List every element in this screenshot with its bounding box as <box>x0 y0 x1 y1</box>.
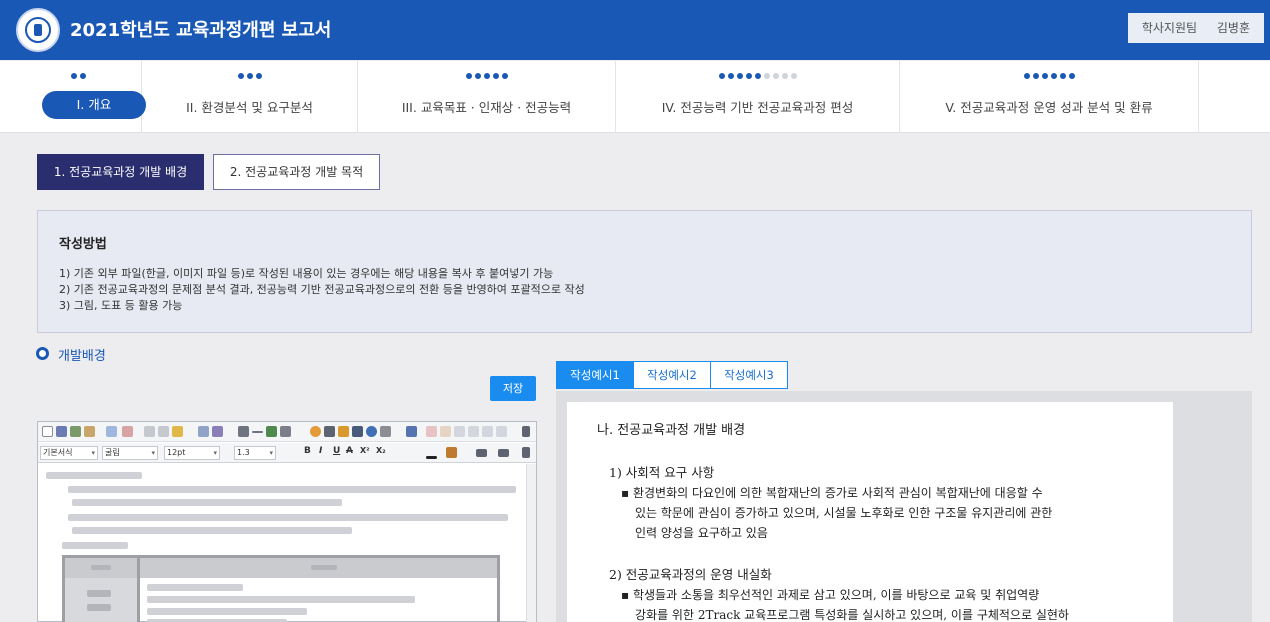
guide-line-1: 1) 기존 외부 파일(한글, 이미지 파일 등)로 작성된 내용이 있는 경우… <box>59 267 554 280</box>
step-3[interactable]: III. 교육목표 · 인재상 · 전공능력 <box>358 61 616 133</box>
table-merge-icon[interactable] <box>426 426 437 437</box>
horizontal-rule-icon[interactable] <box>252 431 263 433</box>
doc-item-1-title: 1) 사회적 요구 사항 <box>609 465 715 480</box>
editor-toolbar-row-1 <box>38 422 536 442</box>
table-row-icon[interactable] <box>454 426 465 437</box>
superscript-button[interactable]: X² <box>360 446 370 455</box>
subtab-development-background[interactable]: 1. 전공교육과정 개발 배경 <box>37 154 204 190</box>
example-document: 나. 전공교육과정 개발 배경 1) 사회적 요구 사항 ▪ 환경변화의 다요인… <box>567 402 1173 622</box>
step-5[interactable]: V. 전공교육과정 운영 성과 분석 및 환류 <box>900 61 1199 133</box>
save-button[interactable]: 저장 <box>490 376 536 401</box>
step-4-progress-dots <box>616 73 899 79</box>
doc-item-1-line-3: 인력 양성을 요구하고 있음 <box>635 526 768 540</box>
globe-icon[interactable] <box>366 426 377 437</box>
editor-scrollbar[interactable] <box>526 464 536 622</box>
guide-line-2: 2) 기존 전공교육과정의 문제점 분석 결과, 전공능력 기반 전공교육과정으… <box>59 283 585 296</box>
section-title: 개발배경 <box>58 349 106 364</box>
step-4-label: IV. 전공능력 기반 전공교육과정 편성 <box>661 100 854 115</box>
highlight-color-icon[interactable] <box>446 447 457 458</box>
table-col-icon[interactable] <box>468 426 479 437</box>
step-1-progress-dots <box>16 73 141 79</box>
editor-embedded-table <box>62 555 500 622</box>
user-name: 김병훈 <box>1216 21 1250 35</box>
step-1-label: I. 개요 <box>42 91 146 119</box>
unordered-list-icon[interactable] <box>498 449 509 457</box>
step-5-progress-dots <box>900 73 1198 79</box>
bold-button[interactable]: B <box>304 446 311 456</box>
attach-icon[interactable] <box>380 426 391 437</box>
app-title: 2021학년도 교육과정개편 보고서 <box>70 20 332 41</box>
guide-line-3: 3) 그림, 도표 등 활용 가능 <box>59 299 183 312</box>
ordered-list-icon[interactable] <box>476 449 487 457</box>
tab-example-3[interactable]: 작성예시3 <box>710 361 788 389</box>
italic-button[interactable]: I <box>319 446 322 456</box>
subtab-development-purpose[interactable]: 2. 전공교육과정 개발 목적 <box>213 154 380 190</box>
cut-icon[interactable] <box>158 426 169 437</box>
redo-icon[interactable] <box>122 426 133 437</box>
rich-text-editor[interactable]: 기본서식 굴림 12pt 1.3 B I U A X² X₂ <box>37 421 537 622</box>
strikethrough-button[interactable]: A <box>346 446 353 456</box>
media-icon[interactable] <box>352 426 363 437</box>
emoticon-icon[interactable] <box>310 426 321 437</box>
table-delete-icon[interactable] <box>482 426 493 437</box>
print-icon[interactable] <box>70 426 81 437</box>
doc-heading: 나. 전공교육과정 개발 배경 <box>597 423 746 438</box>
paragraph-style-select[interactable]: 기본서식 <box>40 446 98 460</box>
special-char-icon[interactable] <box>238 426 249 437</box>
font-color-icon[interactable] <box>426 456 437 459</box>
replace-icon[interactable] <box>212 426 223 437</box>
underline-button[interactable]: U <box>333 446 340 456</box>
line-height-select[interactable]: 1.3 <box>234 446 276 460</box>
doc-item-2-line-1: ▪ 학생들과 소통을 최우선적인 과제로 삼고 있으며, 이를 바탕으로 교육 … <box>621 588 1040 602</box>
save-disk-icon[interactable] <box>56 426 67 437</box>
new-document-icon[interactable] <box>42 426 53 437</box>
user-info[interactable]: 학사지원팀 김병훈 <box>1127 13 1264 43</box>
tab-example-2[interactable]: 작성예시2 <box>633 361 711 389</box>
undo-icon[interactable] <box>106 426 117 437</box>
step-4[interactable]: IV. 전공능력 기반 전공교육과정 편성 <box>616 61 900 133</box>
paste-icon[interactable] <box>172 426 183 437</box>
doc-item-1-line-2: 있는 학문에 관심이 증가하고 있으며, 시설물 노후화로 인한 구조물 유지관… <box>635 506 1053 520</box>
step-5-label: V. 전공교육과정 운영 성과 분석 및 환류 <box>945 100 1153 115</box>
step-nav: I. 개요 II. 환경분석 및 요구분석 III. 교육목표 · 인재상 · … <box>0 61 1270 133</box>
copy-icon[interactable] <box>144 426 155 437</box>
find-icon[interactable] <box>198 426 209 437</box>
subscript-button[interactable]: X₂ <box>376 446 386 455</box>
step-3-label: III. 교육목표 · 인재상 · 전공능력 <box>401 100 572 115</box>
toolbar-expand-icon[interactable] <box>522 426 530 437</box>
writing-guide-box: 작성방법 1) 기존 외부 파일(한글, 이미지 파일 등)로 작성된 내용이 … <box>37 210 1252 333</box>
university-logo-icon <box>16 8 60 52</box>
app-header: 2021학년도 교육과정개편 보고서 학사지원팀 김병훈 <box>0 0 1270 60</box>
image-icon[interactable] <box>280 426 291 437</box>
step-2-progress-dots <box>142 73 357 79</box>
font-family-select[interactable]: 굴림 <box>102 446 158 460</box>
doc-item-1-line-1: ▪ 환경변화의 다요인에 의한 복합재난의 증가로 사회적 관심이 복합재난에 … <box>621 486 1043 500</box>
step-1[interactable]: I. 개요 <box>16 61 146 133</box>
link-icon[interactable] <box>266 426 277 437</box>
step-2-label: II. 환경분석 및 요구분석 <box>186 100 313 115</box>
doc-item-2-title: 2) 전공교육과정의 운영 내실화 <box>609 567 772 582</box>
font-size-select[interactable]: 12pt <box>164 446 220 460</box>
step-3-progress-dots <box>358 73 615 79</box>
table-insert-icon[interactable] <box>406 426 417 437</box>
tab-example-1[interactable]: 작성예시1 <box>556 361 634 389</box>
table-props-icon[interactable] <box>496 426 507 437</box>
doc-item-2-line-2: 강화를 위한 2Track 교육프로그램 특성화를 실시하고 있으며, 이를 구… <box>635 608 1069 622</box>
preview-icon[interactable] <box>84 426 95 437</box>
step-2[interactable]: II. 환경분석 및 요구분석 <box>142 61 358 133</box>
section-bullet-icon <box>36 347 49 360</box>
editor-toolbar-row-2: 기본서식 굴림 12pt 1.3 B I U A X² X₂ <box>38 443 536 463</box>
insert-image-icon[interactable] <box>338 426 349 437</box>
toolbar2-expand-icon[interactable] <box>522 447 530 458</box>
guide-title: 작성방법 <box>59 237 107 252</box>
table-split-icon[interactable] <box>440 426 451 437</box>
user-dept: 학사지원팀 <box>1141 21 1198 35</box>
table-grid-icon[interactable] <box>324 426 335 437</box>
